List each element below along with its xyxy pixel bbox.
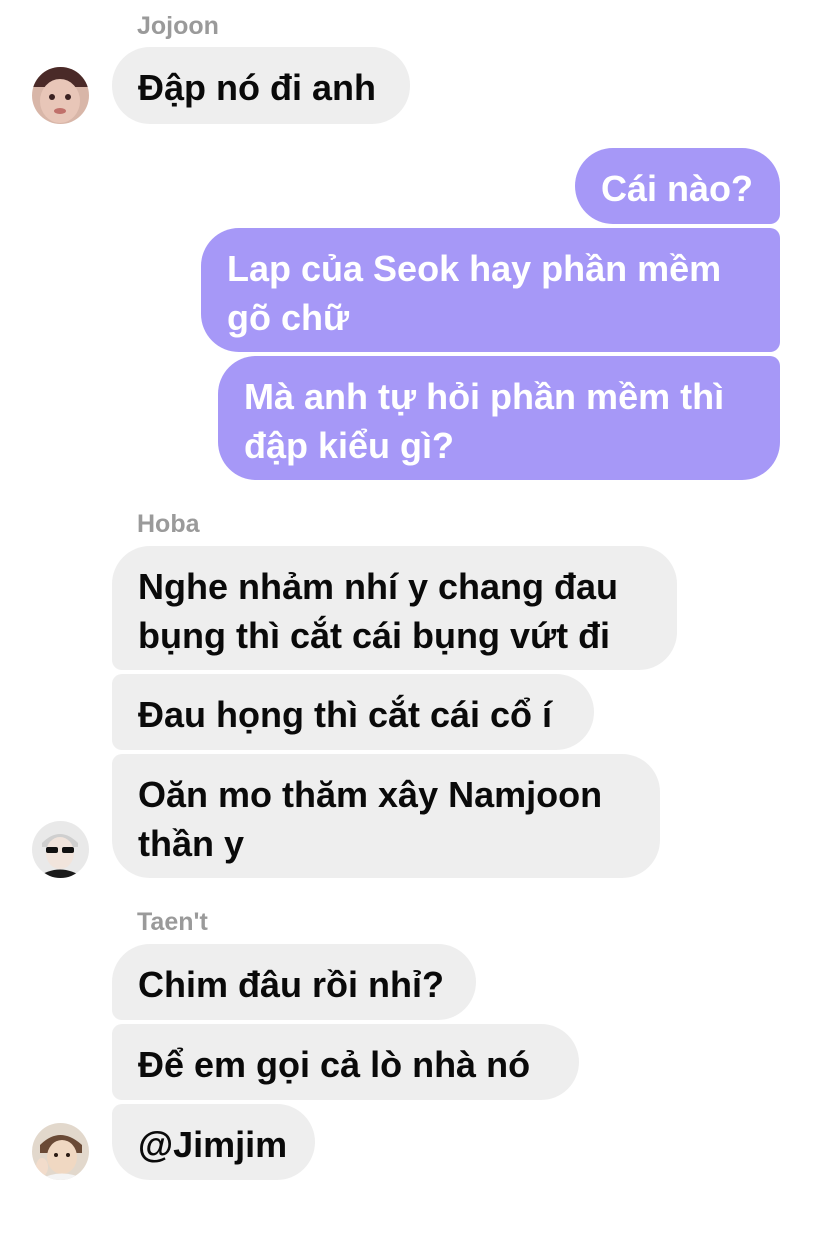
message-bubble[interactable]: Để em gọi cả lò nhà nó: [112, 1024, 579, 1100]
message-bubble[interactable]: @Jimjim: [112, 1104, 315, 1180]
message-bubble[interactable]: Đau họng thì cắt cái cổ í: [112, 674, 594, 750]
message-bubble[interactable]: Oăn mo thăm xây Namjoon thần y: [112, 754, 660, 878]
message-bubble[interactable]: Đập nó đi anh: [112, 47, 410, 124]
message-bubble[interactable]: Chim đâu rồi nhỉ?: [112, 944, 476, 1020]
hoba-avatar[interactable]: [32, 821, 89, 878]
sender-name: Taen't: [137, 908, 208, 936]
sender-name: Jojoon: [137, 12, 219, 40]
sender-name: Hoba: [137, 510, 200, 538]
message-bubble[interactable]: Nghe nhảm nhí y chang đau bụng thì cắt c…: [112, 546, 677, 670]
message-bubble[interactable]: Cái nào?: [575, 148, 780, 224]
taent-avatar[interactable]: [32, 1123, 89, 1180]
jojoon-avatar[interactable]: [32, 67, 89, 124]
message-bubble[interactable]: Mà anh tự hỏi phần mềm thì đập kiểu gì?: [218, 356, 780, 480]
message-bubble[interactable]: Lap của Seok hay phần mềm gõ chữ: [201, 228, 780, 352]
